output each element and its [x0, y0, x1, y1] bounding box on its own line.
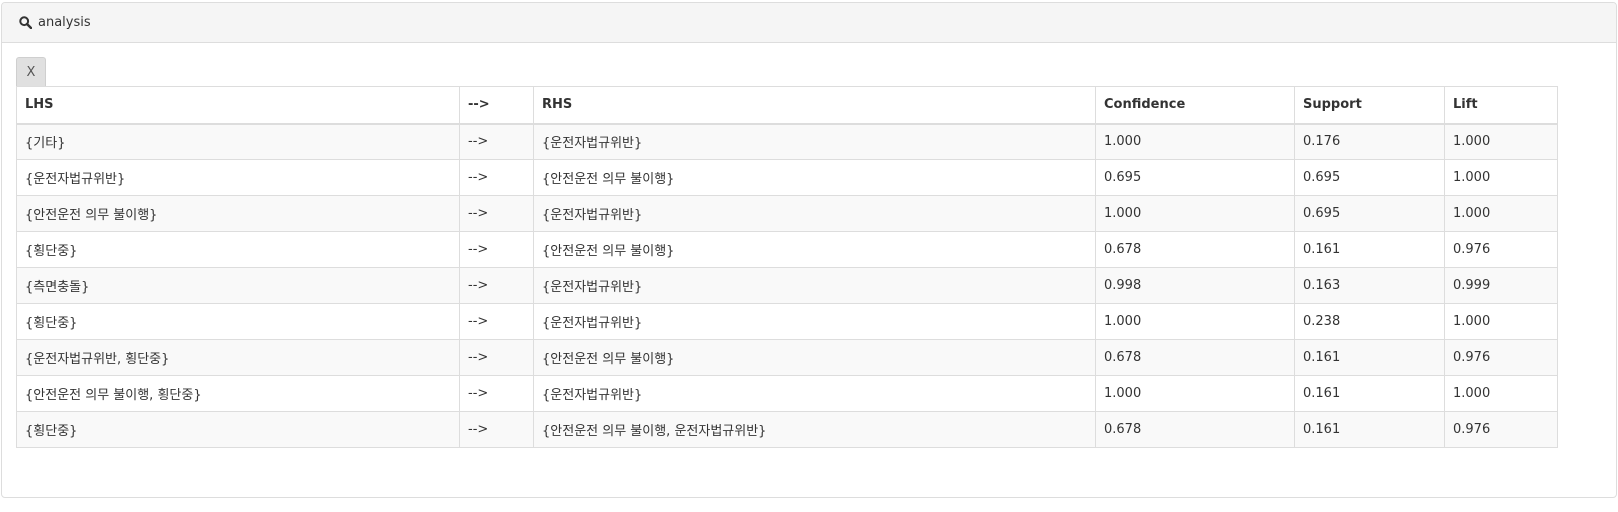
panel-body: X LHS --> RHS Confidence Support Lift {기…: [2, 43, 1616, 448]
table-body: {기타} --> {운전자법규위반} 1.000 0.176 1.000 {운전자법규위반}…: [16, 123, 1558, 448]
cell-lhs: {운전자법규위반, 횡단중}: [16, 339, 460, 376]
search-icon: [18, 16, 32, 30]
cell-confidence: 0.695: [1095, 159, 1295, 196]
cell-lhs: {횡단중}: [16, 231, 460, 268]
cell-confidence: 1.000: [1095, 123, 1295, 160]
panel-title: analysis: [38, 15, 91, 30]
cell-rhs: {운전자법규위반}: [533, 375, 1096, 412]
cell-support: 0.161: [1294, 411, 1445, 448]
cell-support: 0.695: [1294, 195, 1445, 232]
header-lift[interactable]: Lift: [1444, 86, 1558, 125]
cell-support: 0.161: [1294, 231, 1445, 268]
cell-confidence: 0.678: [1095, 339, 1295, 376]
cell-lhs: {횡단중}: [16, 411, 460, 448]
cell-lift: 0.976: [1444, 411, 1558, 448]
cell-lift: 1.000: [1444, 375, 1558, 412]
cell-support: 0.161: [1294, 375, 1445, 412]
cell-lift: 1.000: [1444, 195, 1558, 232]
cell-rhs: {운전자법규위반}: [533, 303, 1096, 340]
cell-arrow: -->: [459, 267, 534, 304]
cell-rhs: {운전자법규위반}: [533, 267, 1096, 304]
analysis-panel: analysis X LHS --> RHS Confidence Suppor…: [1, 2, 1617, 498]
cell-rhs: {안전운전 의무 불이행}: [533, 339, 1096, 376]
header-rhs[interactable]: RHS: [533, 86, 1096, 125]
table-row: {운전자법규위반} --> {안전운전 의무 불이행} 0.695 0.695 1.000: [16, 159, 1558, 196]
cell-lift: 1.000: [1444, 159, 1558, 196]
cell-lhs: {횡단중}: [16, 303, 460, 340]
cell-arrow: -->: [459, 411, 534, 448]
table-row: {횡단중} --> {안전운전 의무 불이행, 운전자법규위반} 0.678 0.161…: [16, 411, 1558, 448]
cell-lhs: {기타}: [16, 123, 460, 160]
cell-lhs: {운전자법규위반}: [16, 159, 460, 196]
cell-lhs: {측면충돌}: [16, 267, 460, 304]
table-row: {횡단중} --> {안전운전 의무 불이행} 0.678 0.161 0.976: [16, 231, 1558, 268]
cell-confidence: 1.000: [1095, 195, 1295, 232]
cell-support: 0.176: [1294, 123, 1445, 160]
cell-arrow: -->: [459, 159, 534, 196]
header-support[interactable]: Support: [1294, 86, 1445, 125]
header-confidence[interactable]: Confidence: [1095, 86, 1295, 125]
header-arrow[interactable]: -->: [459, 86, 534, 125]
cell-confidence: 0.998: [1095, 267, 1295, 304]
cell-lift: 0.976: [1444, 231, 1558, 268]
table-row: {횡단중} --> {운전자법규위반} 1.000 0.238 1.000: [16, 303, 1558, 340]
cell-lhs: {안전운전 의무 불이행, 횡단중}: [16, 375, 460, 412]
cell-arrow: -->: [459, 339, 534, 376]
cell-rhs: {안전운전 의무 불이행, 운전자법규위반}: [533, 411, 1096, 448]
cell-rhs: {운전자법규위반}: [533, 195, 1096, 232]
cell-arrow: -->: [459, 375, 534, 412]
cell-support: 0.695: [1294, 159, 1445, 196]
panel-heading: analysis: [2, 3, 1616, 43]
cell-rhs: {안전운전 의무 불이행}: [533, 159, 1096, 196]
table-row: {측면충돌} --> {운전자법규위반} 0.998 0.163 0.999: [16, 267, 1558, 304]
table-row: {안전운전 의무 불이행, 횡단중} --> {운전자법규위반} 1.000 0.161…: [16, 375, 1558, 412]
header-lhs[interactable]: LHS: [16, 86, 460, 125]
cell-support: 0.161: [1294, 339, 1445, 376]
cell-lift: 0.976: [1444, 339, 1558, 376]
cell-confidence: 1.000: [1095, 375, 1295, 412]
cell-confidence: 1.000: [1095, 303, 1295, 340]
cell-arrow: -->: [459, 231, 534, 268]
cell-lhs: {안전운전 의무 불이행}: [16, 195, 460, 232]
cell-arrow: -->: [459, 195, 534, 232]
cell-rhs: {운전자법규위반}: [533, 123, 1096, 160]
cell-lift: 0.999: [1444, 267, 1558, 304]
table-row: {기타} --> {운전자법규위반} 1.000 0.176 1.000: [16, 123, 1558, 160]
cell-arrow: -->: [459, 123, 534, 160]
cell-rhs: {안전운전 의무 불이행}: [533, 231, 1096, 268]
close-button[interactable]: X: [16, 57, 46, 86]
cell-confidence: 0.678: [1095, 411, 1295, 448]
table-row: {안전운전 의무 불이행} --> {운전자법규위반} 1.000 0.695 1.000: [16, 195, 1558, 232]
table-row: {운전자법규위반, 횡단중} --> {안전운전 의무 불이행} 0.678 0.161…: [16, 339, 1558, 376]
table-header-row: LHS --> RHS Confidence Support Lift: [16, 86, 1558, 125]
cell-arrow: -->: [459, 303, 534, 340]
cell-lift: 1.000: [1444, 123, 1558, 160]
rules-table: LHS --> RHS Confidence Support Lift {기타}…: [16, 86, 1558, 448]
cell-lift: 1.000: [1444, 303, 1558, 340]
cell-confidence: 0.678: [1095, 231, 1295, 268]
cell-support: 0.238: [1294, 303, 1445, 340]
cell-support: 0.163: [1294, 267, 1445, 304]
